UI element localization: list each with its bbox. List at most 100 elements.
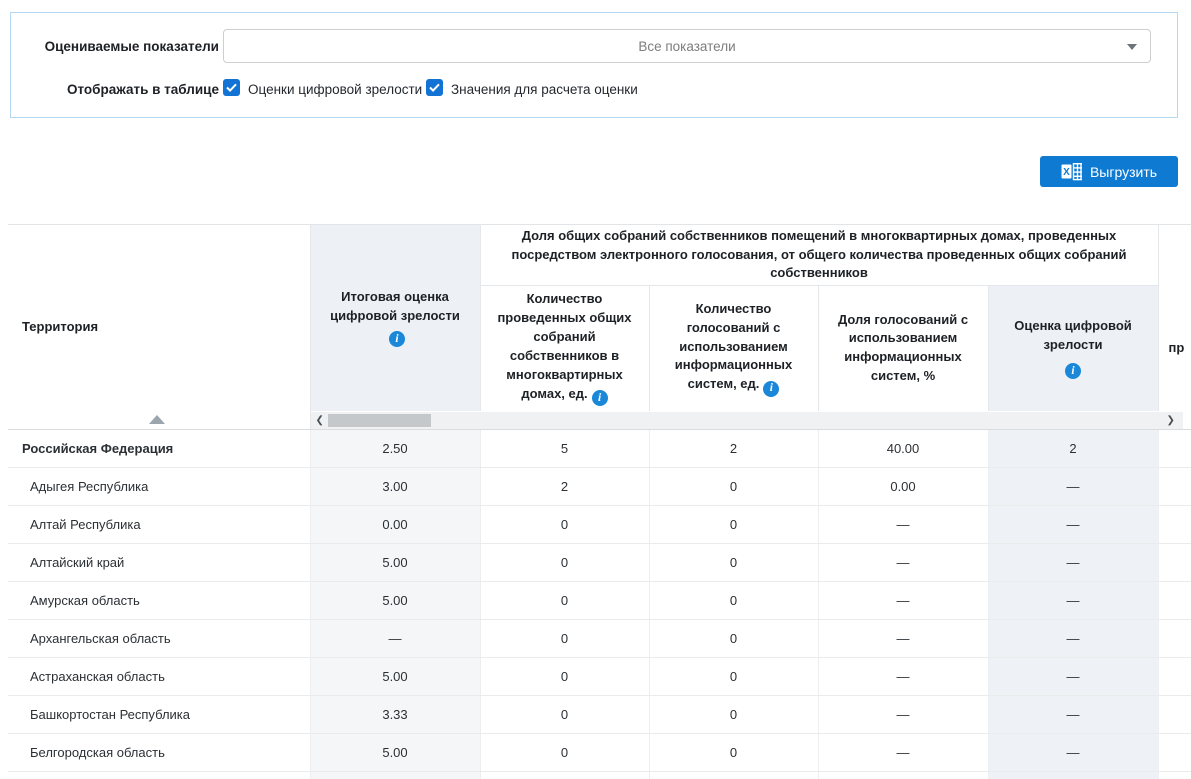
table-row: Архангельская область — 0 0 — —	[8, 620, 1191, 658]
meetings-count-header-label: Количество проведенных общих собраний со…	[497, 291, 631, 400]
meetings-count-cell: 0	[480, 658, 649, 696]
table-row: Белгородская область 5.00 0 0 — —	[8, 734, 1191, 772]
votes-share-cell: 0.00	[818, 468, 988, 506]
indicator-select[interactable]: Все показатели	[223, 29, 1151, 63]
total-score-cell: 5.00	[310, 544, 480, 582]
horizontal-scrollbar[interactable]: ❮ ❯	[311, 412, 1183, 429]
total-score-cell: 0.00	[310, 506, 480, 544]
table-row: Алтай Республика 0.00 0 0 — —	[8, 506, 1191, 544]
horizontal-scrollbar-row: ❮ ❯	[310, 411, 1191, 430]
partial-cell	[1158, 658, 1191, 696]
table-row: Астраханская область 5.00 0 0 — —	[8, 658, 1191, 696]
total-score-cell: —	[310, 620, 480, 658]
votes-count-cell: 2	[649, 430, 818, 468]
votes-count-cell: 0	[649, 696, 818, 734]
votes-count-column-header: Количество голосований с использованием …	[649, 286, 818, 411]
territory-column-header: Территория	[8, 225, 310, 430]
meetings-count-cell: 5	[480, 430, 649, 468]
checkbox-maturity-scores[interactable]	[223, 79, 240, 96]
maturity-score-cell: —	[988, 658, 1158, 696]
votes-share-column-header: Доля голосований с использованием информ…	[818, 286, 988, 411]
total-score-column-header: Итоговая оценка цифровой зрелостиi	[310, 225, 480, 411]
partial-cell	[1158, 544, 1191, 582]
meetings-count-column-header: Количество проведенных общих собраний со…	[480, 286, 649, 411]
checkbox-calc-values-label[interactable]: Значения для расчета оценки	[451, 82, 638, 97]
votes-share-cell: —	[818, 620, 988, 658]
votes-share-cell: —	[818, 734, 988, 772]
export-button[interactable]: X Выгрузить	[1040, 156, 1178, 187]
territory-cell: Российская Федерация	[8, 430, 310, 468]
total-score-cell: 2.50	[310, 430, 480, 468]
checkbox-calc-values[interactable]	[426, 79, 443, 96]
checkmark-icon	[429, 83, 440, 92]
meetings-count-cell: 0	[480, 696, 649, 734]
table-row: Российская Федерация 2.50 5 2 40.00 2	[8, 430, 1191, 468]
total-score-cell: 5.00	[310, 582, 480, 620]
partial-cell	[1158, 506, 1191, 544]
maturity-score-cell: 2	[988, 430, 1158, 468]
info-icon[interactable]: i	[389, 331, 405, 347]
info-icon[interactable]: i	[592, 390, 608, 406]
checkmark-icon	[226, 83, 237, 92]
total-score-cell: 5.00	[310, 734, 480, 772]
meetings-count-cell: 0	[480, 582, 649, 620]
votes-count-cell: 0	[649, 734, 818, 772]
territory-cell: Адыгея Республика	[8, 468, 310, 506]
table-row-partial	[8, 772, 1191, 779]
meetings-count-cell: 2	[480, 468, 649, 506]
total-score-cell: 3.00	[310, 468, 480, 506]
partial-cell	[1158, 696, 1191, 734]
export-button-label: Выгрузить	[1090, 164, 1157, 180]
partial-cell	[1158, 468, 1191, 506]
maturity-score-header-label: Оценка цифровой зрелости	[1014, 318, 1132, 352]
maturity-score-cell: —	[988, 544, 1158, 582]
next-group-header-partial	[1158, 225, 1191, 286]
votes-count-header-label: Количество голосований с использованием …	[675, 301, 792, 391]
meetings-count-cell: 0	[480, 544, 649, 582]
meetings-count-cell: 0	[480, 620, 649, 658]
scroll-right-icon[interactable]: ❯	[1167, 413, 1175, 428]
info-icon[interactable]: i	[1065, 363, 1081, 379]
votes-share-cell: —	[818, 506, 988, 544]
votes-count-cell: 0	[649, 582, 818, 620]
filter-panel: Оцениваемые показатели Все показатели От…	[10, 12, 1178, 118]
votes-share-cell: —	[818, 658, 988, 696]
maturity-score-cell: —	[988, 620, 1158, 658]
scroll-left-icon[interactable]: ❮	[316, 413, 324, 428]
votes-share-cell: —	[818, 582, 988, 620]
votes-count-cell: 0	[649, 468, 818, 506]
votes-count-cell: 0	[649, 506, 818, 544]
partial-cell	[1158, 582, 1191, 620]
sort-asc-icon[interactable]	[149, 415, 165, 424]
scrollbar-thumb[interactable]	[328, 414, 431, 427]
partial-cell	[1158, 430, 1191, 468]
info-icon[interactable]: i	[763, 381, 779, 397]
table-row: Алтайский край 5.00 0 0 — —	[8, 544, 1191, 582]
table-row: Амурская область 5.00 0 0 — —	[8, 582, 1191, 620]
total-score-cell: 3.33	[310, 696, 480, 734]
group-column-header: Доля общих собраний собственников помеще…	[480, 225, 1158, 286]
maturity-table: Территория Итоговая оценка цифровой зрел…	[8, 224, 1191, 779]
votes-count-cell: 0	[649, 620, 818, 658]
partial-cell	[1158, 620, 1191, 658]
maturity-score-cell: —	[988, 468, 1158, 506]
maturity-score-column-header: Оценка цифровой зрелости i	[988, 286, 1158, 411]
votes-share-cell: —	[818, 544, 988, 582]
next-column-header-partial: пр	[1158, 286, 1191, 411]
votes-share-cell: 40.00	[818, 430, 988, 468]
territory-cell: Архангельская область	[8, 620, 310, 658]
territory-cell: Амурская область	[8, 582, 310, 620]
territory-cell: Алтай Республика	[8, 506, 310, 544]
territory-cell: Башкортостан Республика	[8, 696, 310, 734]
territory-header-label: Территория	[22, 319, 98, 334]
checkbox-maturity-scores-label[interactable]: Оценки цифровой зрелости	[248, 82, 422, 97]
votes-share-header-label: Доля голосований с использованием информ…	[838, 312, 968, 384]
maturity-score-cell: —	[988, 734, 1158, 772]
votes-count-cell: 0	[649, 544, 818, 582]
votes-share-cell: —	[818, 696, 988, 734]
indicator-filter-label: Оцениваемые показатели	[11, 39, 219, 54]
indicator-select-value: Все показатели	[638, 39, 735, 54]
partial-cell	[1158, 734, 1191, 772]
maturity-score-cell: —	[988, 506, 1158, 544]
territory-cell: Алтайский край	[8, 544, 310, 582]
